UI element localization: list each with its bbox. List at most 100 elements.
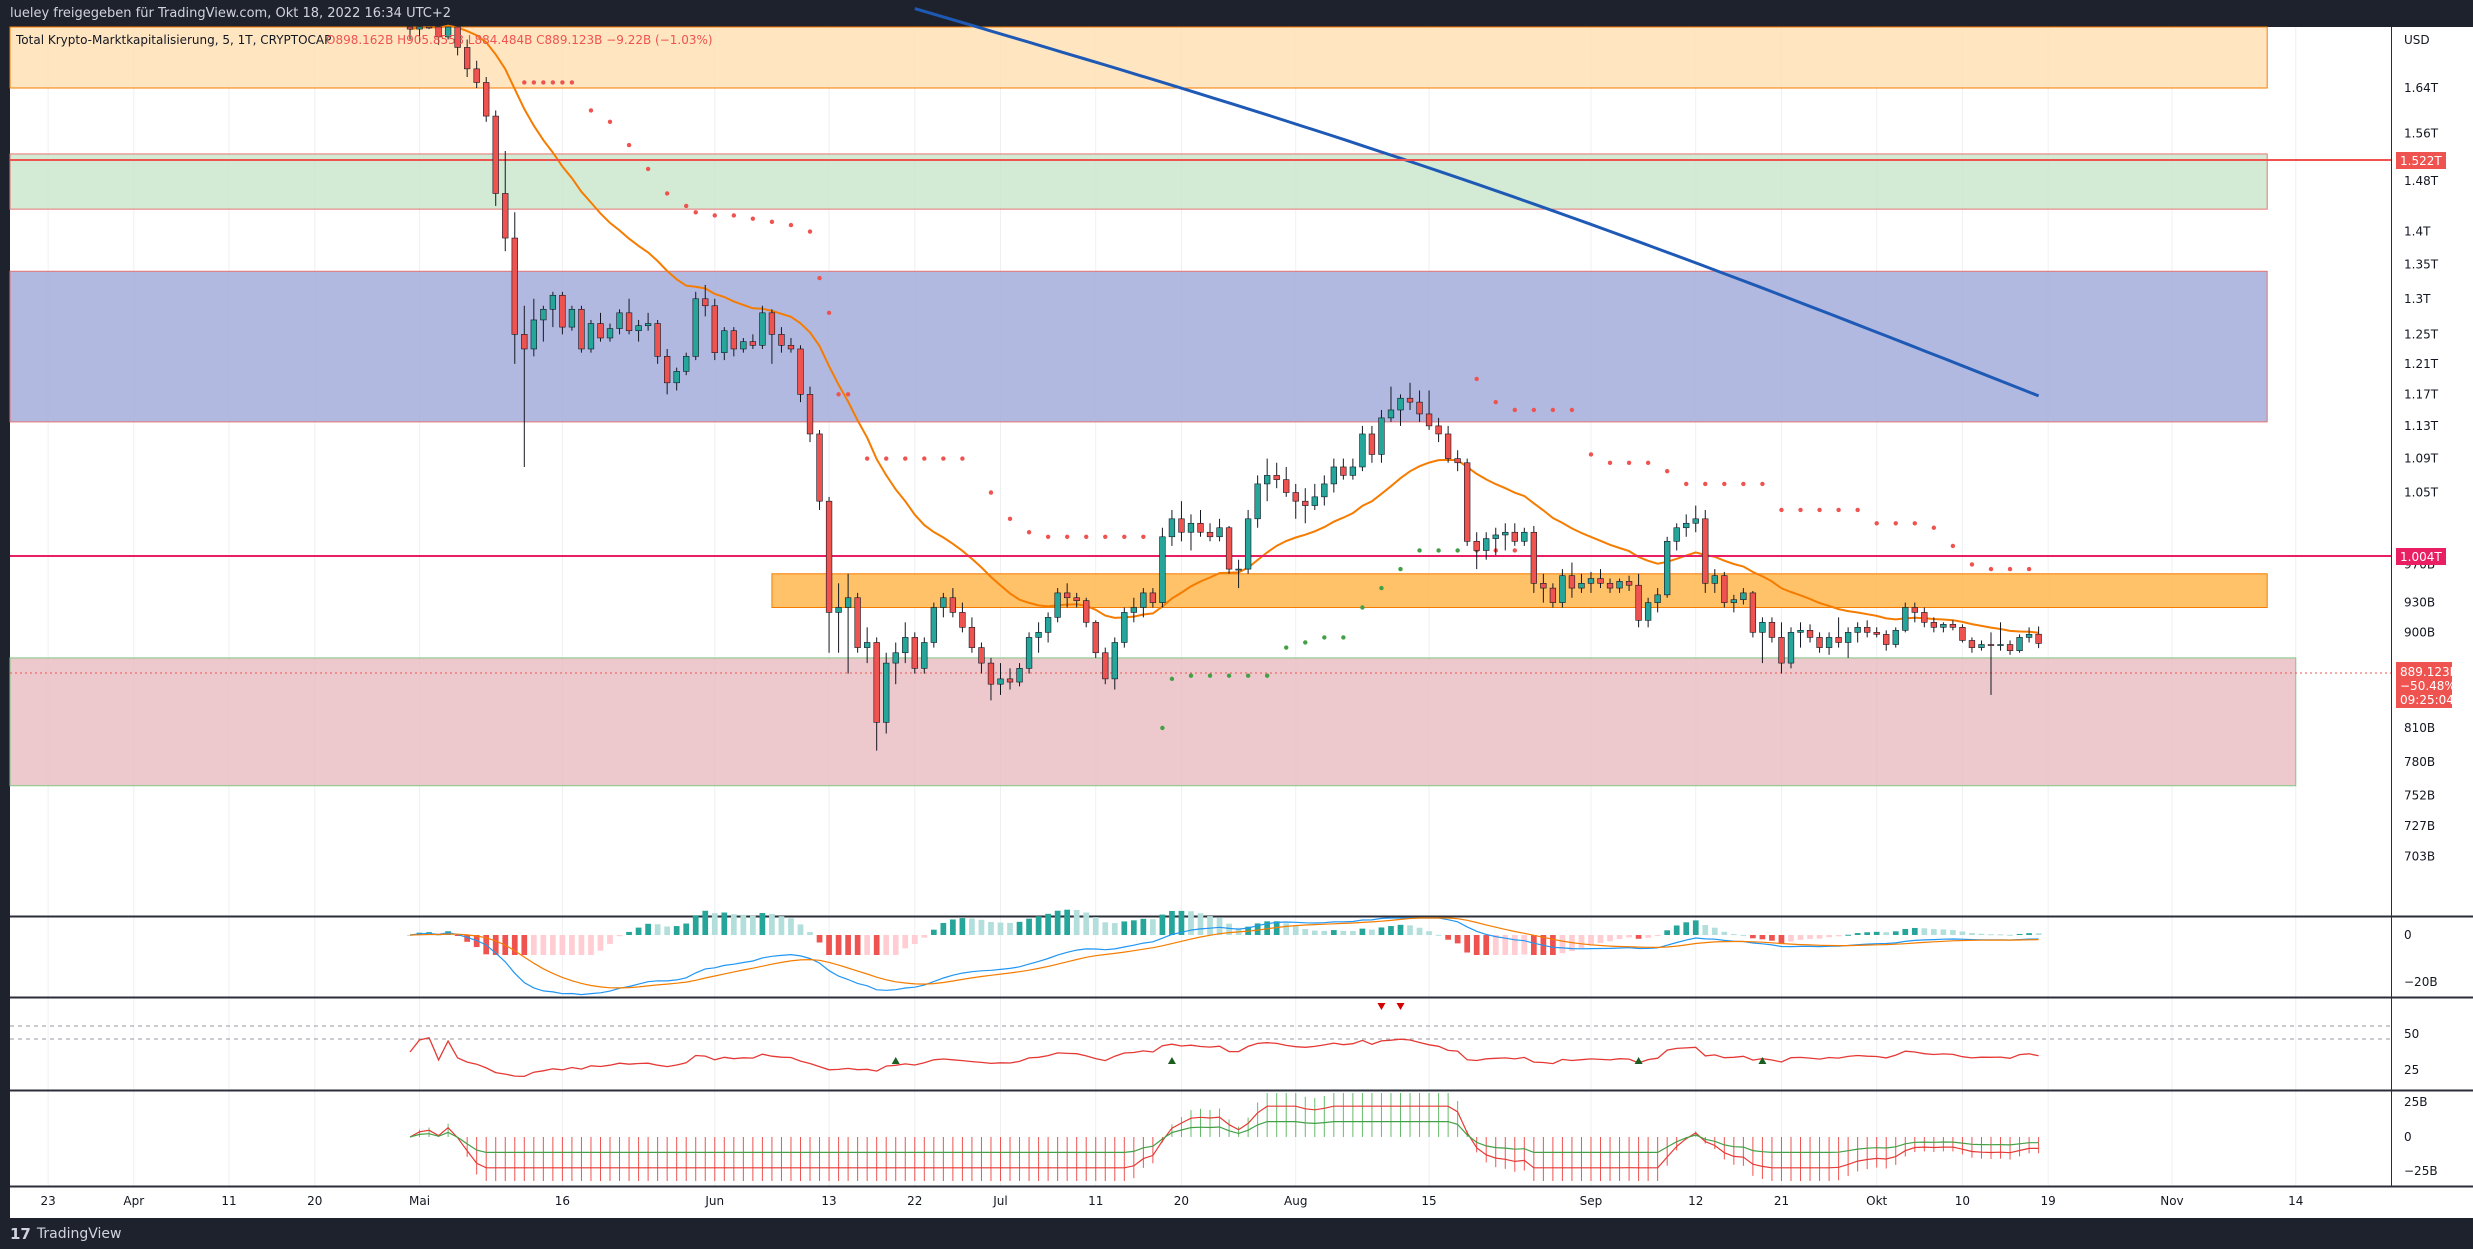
macd-bar <box>873 935 880 955</box>
candle[interactable] <box>1092 620 1099 658</box>
candle[interactable] <box>1787 627 1795 669</box>
candle[interactable] <box>711 298 718 361</box>
macd-bar <box>1559 935 1566 954</box>
sar-dot <box>960 456 965 461</box>
time-tick-label: Sep <box>1580 1194 1603 1208</box>
macd-bar <box>1950 930 1956 935</box>
candle[interactable] <box>854 592 861 653</box>
sar-dot <box>2007 566 2013 572</box>
indicator-tick-label: 25B <box>2404 1095 2428 1109</box>
macd-bar <box>1416 927 1423 935</box>
macd-bar <box>1073 909 1080 935</box>
macd-bar <box>1302 929 1309 935</box>
candle[interactable] <box>692 291 699 361</box>
candle[interactable] <box>883 652 890 734</box>
candle[interactable] <box>1102 647 1109 685</box>
candle[interactable] <box>806 386 814 443</box>
macd-bar <box>1188 911 1194 935</box>
macd-bar <box>1473 935 1480 955</box>
macd-bar <box>1426 931 1432 935</box>
macd-bar <box>1645 935 1651 938</box>
tag-last-price: 889.123B −50.48% 09:25:04 <box>2396 662 2458 708</box>
candle[interactable] <box>492 110 499 206</box>
candle[interactable] <box>797 345 804 403</box>
sar-dot <box>645 166 651 172</box>
macd-bar <box>1654 935 1661 937</box>
candle[interactable] <box>483 77 490 122</box>
macd-bar <box>1597 935 1604 943</box>
candle[interactable] <box>1892 627 1899 648</box>
sar-dot <box>1531 407 1537 413</box>
tradingview-brand[interactable]: 17 TradingView <box>10 1225 121 1243</box>
zone-red[interactable] <box>9 657 2297 787</box>
macd-bar <box>950 919 956 935</box>
candle[interactable] <box>1025 632 1033 674</box>
candle[interactable] <box>2016 634 2023 653</box>
sar-dot <box>1474 376 1479 382</box>
candle[interactable] <box>1749 590 1757 638</box>
zone-orange[interactable] <box>771 573 2268 608</box>
candle[interactable] <box>1225 525 1233 574</box>
macd-bar <box>1997 934 2004 936</box>
price-tick-label: 780B <box>2404 755 2435 769</box>
candle[interactable] <box>568 305 576 331</box>
candle[interactable] <box>1664 536 1671 598</box>
sar-dot <box>1284 645 1289 650</box>
price-tick-label: 1.05T <box>2404 486 2439 500</box>
candle[interactable] <box>1530 525 1537 593</box>
macd-bar <box>1530 935 1537 955</box>
sar-dot <box>1645 460 1651 465</box>
macd-bar <box>864 935 871 955</box>
candle[interactable] <box>816 429 823 510</box>
candle[interactable] <box>587 319 595 353</box>
candle[interactable] <box>1244 509 1252 574</box>
macd-bar <box>1283 923 1290 935</box>
zone-blue[interactable] <box>9 270 2268 423</box>
candle[interactable] <box>911 632 918 674</box>
macd-bar <box>730 914 737 935</box>
candle[interactable] <box>578 305 585 353</box>
macd-bar <box>1578 935 1585 949</box>
macd-bar <box>769 914 775 935</box>
sar-dot <box>1512 407 1517 413</box>
candle[interactable] <box>1702 509 1709 593</box>
candle[interactable] <box>921 637 928 674</box>
time-tick-label: Okt <box>1866 1194 1887 1208</box>
macd-bar <box>959 918 966 935</box>
candle[interactable] <box>930 602 937 648</box>
price-tick-label: 900B <box>2404 625 2435 639</box>
candle[interactable] <box>1121 607 1128 648</box>
sar-dot <box>1455 548 1460 553</box>
candle[interactable] <box>1159 527 1166 608</box>
macd-bar <box>921 935 928 938</box>
macd-bar <box>1683 922 1690 935</box>
price-tick-label: 1.21T <box>2404 357 2439 371</box>
indicator-tick-label: 25 <box>2404 1063 2419 1077</box>
indicator-tick-label: 0 <box>2404 1130 2412 1144</box>
candle[interactable] <box>1054 588 1061 623</box>
sar-dot <box>988 490 994 495</box>
time-tick-label: Apr <box>123 1194 144 1208</box>
macd-bar <box>1083 912 1090 935</box>
sar-dot <box>1493 399 1498 405</box>
sar-dot <box>1626 460 1632 465</box>
macd-bar <box>1054 910 1061 935</box>
sar-dot <box>1931 525 1937 530</box>
macd-bar <box>721 912 728 935</box>
macd-bar <box>1750 935 1756 939</box>
time-tick-label: 12 <box>1688 1194 1703 1208</box>
currency-label: USD <box>2404 33 2430 47</box>
macd-bar <box>1407 925 1413 935</box>
candle[interactable] <box>1721 571 1728 608</box>
price-tick-label: 752B <box>2404 788 2435 802</box>
sar-dot <box>541 80 546 85</box>
macd-bar <box>1635 935 1642 939</box>
candle[interactable] <box>1464 458 1471 546</box>
candle[interactable] <box>1959 624 1966 643</box>
macd-bar <box>1378 927 1385 935</box>
legend-title: Total Krypto-Marktkapitalisierung, 5, 1T… <box>15 33 331 47</box>
macd-bar <box>740 914 747 935</box>
sar-dot <box>607 119 613 125</box>
zone-green[interactable] <box>9 153 2268 210</box>
chart-canvas[interactable]: Total Krypto-Marktkapitalisierung, 5, 1T… <box>0 0 2473 1249</box>
